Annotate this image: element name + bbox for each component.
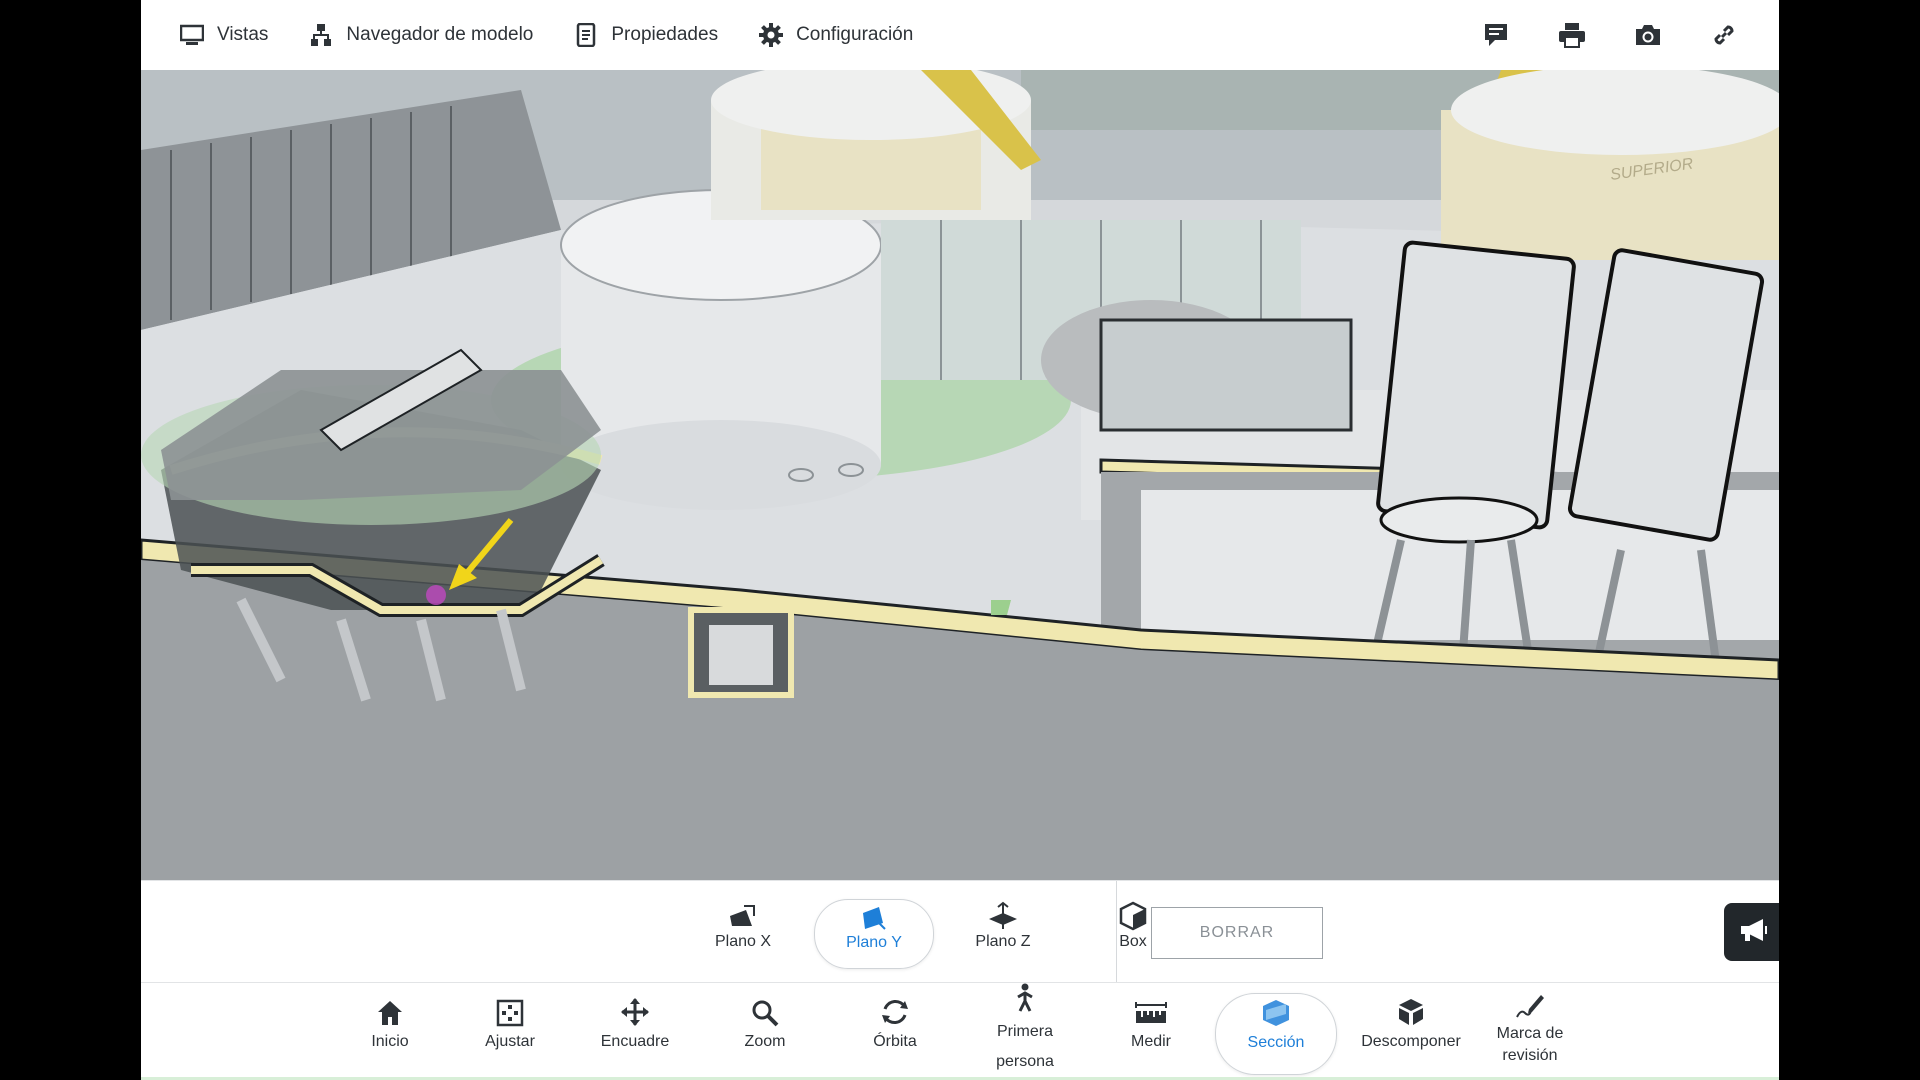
viewer-app: Vistas Navegador de modelo Propiedades C… bbox=[141, 0, 1779, 1080]
print-icon[interactable] bbox=[1557, 20, 1587, 50]
properties-menu[interactable]: Propiedades bbox=[573, 22, 718, 48]
markup-label: Marca de revisión bbox=[1496, 1025, 1564, 1064]
clear-section-button[interactable]: BORRAR bbox=[1151, 907, 1323, 959]
markup-button[interactable]: Marca de revisión bbox=[1470, 989, 1590, 1069]
camera-icon[interactable] bbox=[1633, 20, 1663, 50]
plane-x-button[interactable]: Plano X bbox=[684, 899, 802, 967]
factory-3d-model: SUPERIOR bbox=[141, 70, 1779, 880]
model-browser-label: Navegador de modelo bbox=[346, 24, 534, 45]
orbit-button[interactable]: Órbita bbox=[835, 993, 955, 1073]
gear-icon bbox=[758, 22, 784, 48]
first-person-button[interactable]: Primera persona bbox=[965, 983, 1085, 1070]
plane-x-label: Plano X bbox=[714, 933, 772, 950]
model-tree-icon bbox=[308, 22, 334, 48]
first-person-icon bbox=[965, 983, 1085, 1013]
home-icon bbox=[330, 993, 450, 1027]
monitor-icon bbox=[179, 22, 205, 48]
settings-label: Configuración bbox=[796, 24, 914, 45]
zoom-label: Zoom bbox=[744, 1033, 786, 1050]
comment-icon[interactable] bbox=[1481, 20, 1511, 50]
explode-label: Descomponer bbox=[1361, 1033, 1461, 1050]
first-person-label: Primera persona bbox=[996, 1023, 1054, 1070]
toolbar-divider bbox=[1116, 881, 1117, 983]
orbit-icon bbox=[835, 993, 955, 1027]
pan-button[interactable]: Encuadre bbox=[575, 993, 695, 1073]
home-label: Inicio bbox=[371, 1033, 409, 1050]
top-toolbar: Vistas Navegador de modelo Propiedades C… bbox=[141, 0, 1779, 71]
plane-z-button[interactable]: Plano Z bbox=[944, 899, 1062, 967]
section-button[interactable]: Sección bbox=[1215, 993, 1337, 1075]
views-label: Vistas bbox=[217, 24, 269, 45]
megaphone-icon bbox=[1739, 917, 1769, 948]
link-icon[interactable] bbox=[1709, 20, 1739, 50]
markup-icon bbox=[1470, 989, 1590, 1019]
plane-x-icon bbox=[684, 899, 802, 933]
fit-label: Ajustar bbox=[485, 1033, 535, 1050]
plane-y-button[interactable]: Plano Y bbox=[814, 899, 934, 969]
section-label: Sección bbox=[1247, 1034, 1305, 1051]
announcements-button[interactable] bbox=[1724, 903, 1779, 961]
properties-label: Propiedades bbox=[611, 24, 719, 45]
home-button[interactable]: Inicio bbox=[330, 993, 450, 1073]
measure-icon bbox=[1091, 993, 1211, 1027]
plane-y-icon bbox=[815, 900, 933, 934]
fit-icon bbox=[450, 993, 570, 1027]
pan-icon bbox=[575, 993, 695, 1027]
properties-icon bbox=[573, 22, 599, 48]
fit-button[interactable]: Ajustar bbox=[450, 993, 570, 1073]
orbit-label: Órbita bbox=[873, 1033, 917, 1050]
measure-button[interactable]: Medir bbox=[1091, 993, 1211, 1073]
plane-z-icon bbox=[944, 899, 1062, 933]
plane-y-label: Plano Y bbox=[846, 934, 902, 951]
pan-label: Encuadre bbox=[600, 1033, 670, 1050]
zoom-icon bbox=[705, 993, 825, 1027]
explode-button[interactable]: Descomponer bbox=[1341, 993, 1481, 1073]
section-icon bbox=[1216, 994, 1336, 1028]
zoom-button[interactable]: Zoom bbox=[705, 993, 825, 1073]
explode-icon bbox=[1341, 993, 1481, 1027]
plane-z-label: Plano Z bbox=[975, 933, 1031, 950]
views-menu[interactable]: Vistas bbox=[179, 22, 268, 48]
section-toolbar: Plano X Plano Y Plano Z Box BORRAR bbox=[141, 880, 1779, 983]
model-browser-menu[interactable]: Navegador de modelo bbox=[308, 22, 533, 48]
measure-label: Medir bbox=[1130, 1033, 1171, 1050]
settings-menu[interactable]: Configuración bbox=[758, 22, 913, 48]
bottom-toolbar: Inicio Ajustar Encuadre Zoom Órbita Prim… bbox=[141, 982, 1779, 1080]
model-viewport[interactable]: SUPERIOR bbox=[141, 70, 1779, 880]
